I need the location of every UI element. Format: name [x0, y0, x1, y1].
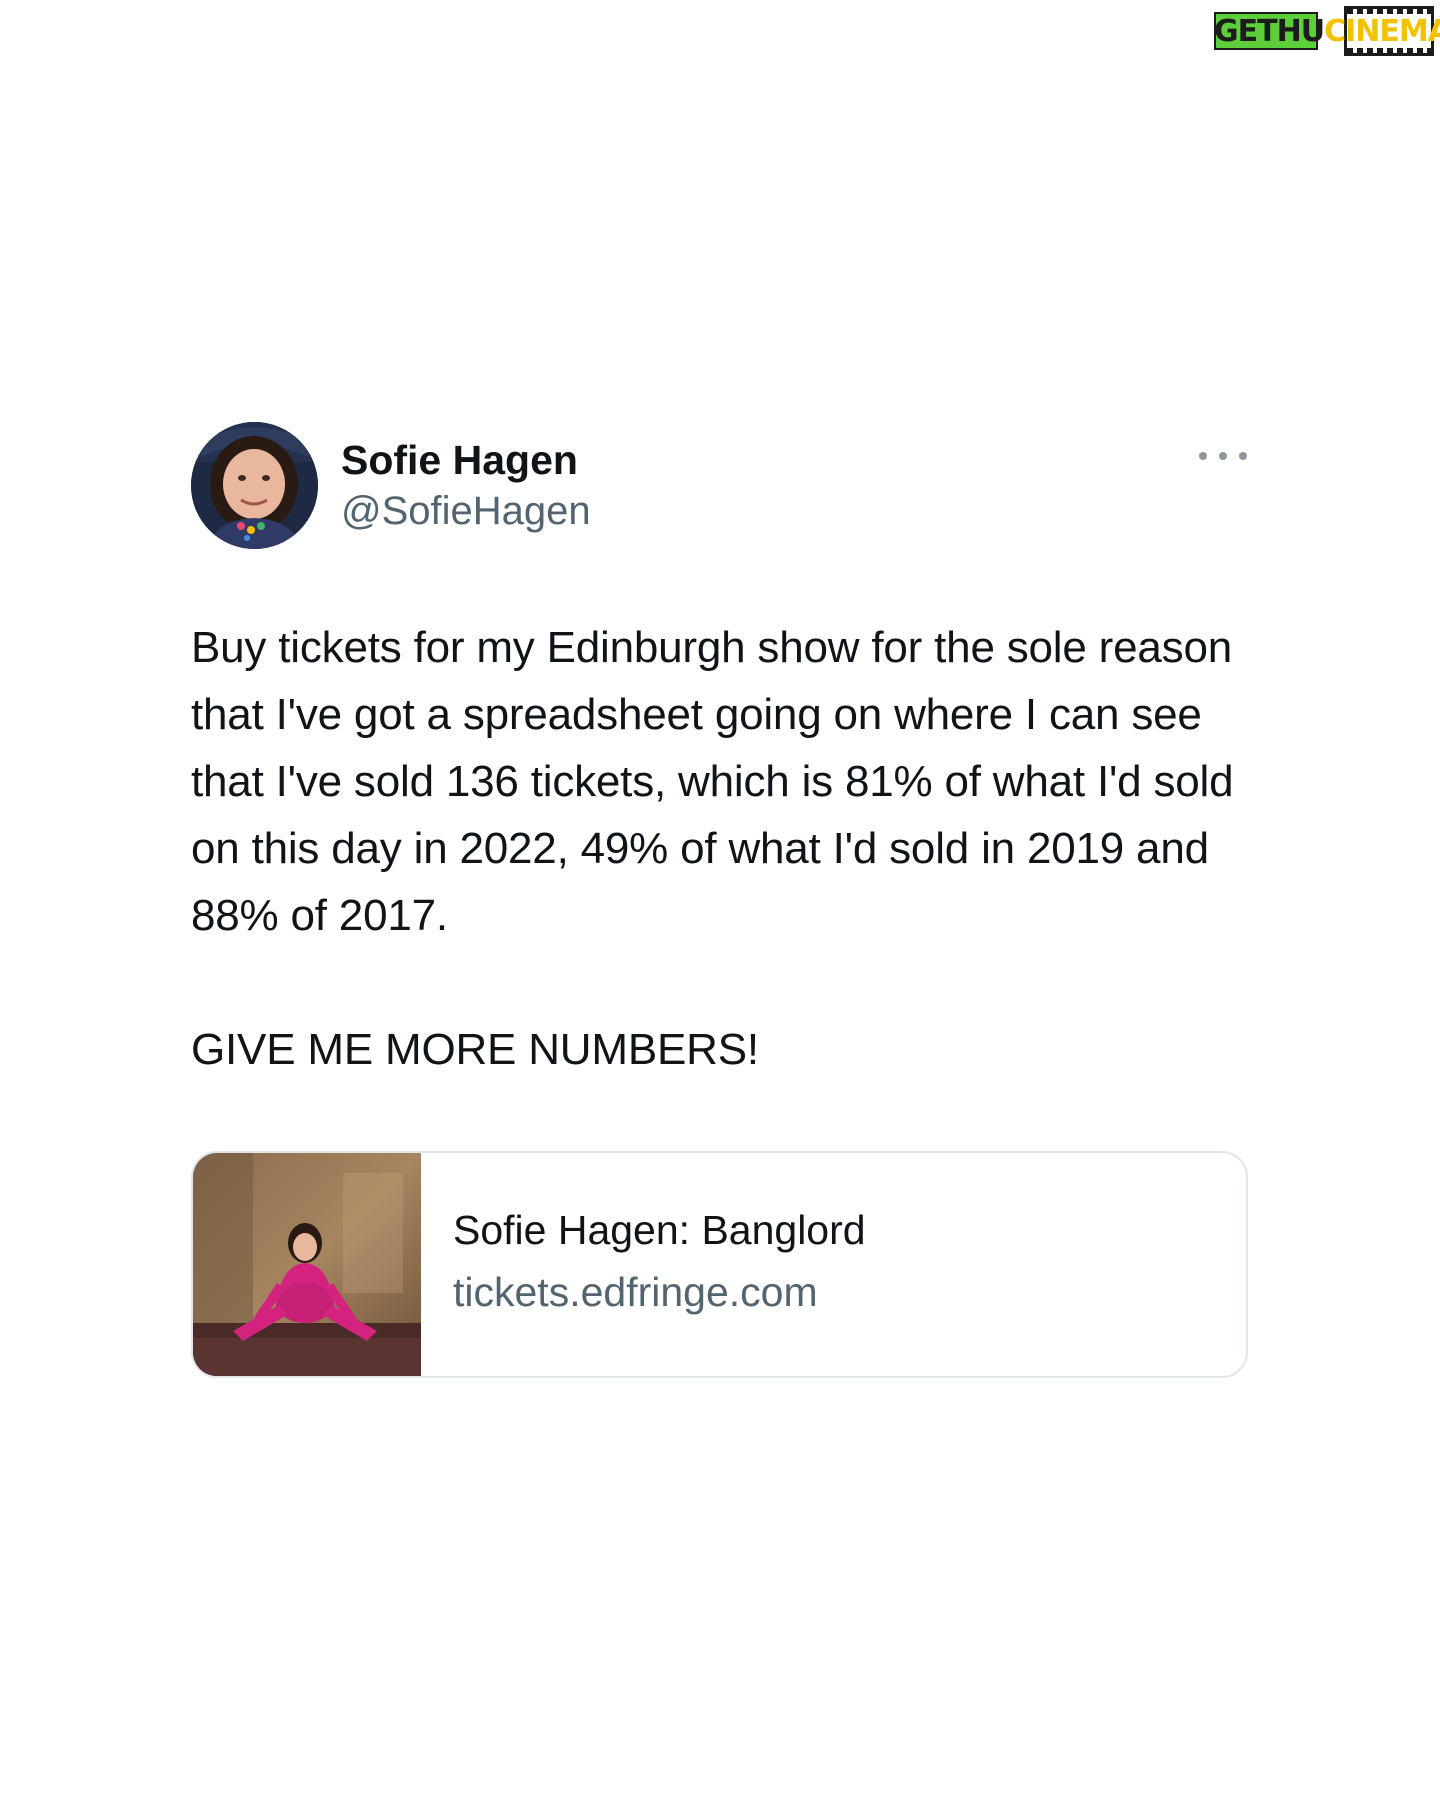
watermark-text-a: GETHU: [1214, 14, 1325, 49]
tweet: Sofie Hagen @SofieHagen Buy tickets for …: [191, 422, 1249, 1378]
more-dot-icon: [1219, 452, 1227, 460]
more-options-button[interactable]: [1197, 444, 1249, 468]
avatar[interactable]: [191, 422, 318, 549]
more-dot-icon: [1199, 452, 1207, 460]
link-card[interactable]: Sofie Hagen: Banglord tickets.edfringe.c…: [191, 1151, 1248, 1378]
poster-photo-icon: [193, 1153, 421, 1376]
link-card-domain: tickets.edfringe.com: [453, 1269, 818, 1315]
more-dot-icon: [1239, 452, 1247, 460]
show-poster-image: [193, 1153, 421, 1376]
author-handle[interactable]: @SofieHagen: [341, 487, 591, 535]
author-name[interactable]: Sofie Hagen: [341, 436, 578, 484]
link-card-title: Sofie Hagen: Banglord: [453, 1207, 866, 1253]
watermark-logo: GETHUCINEMA: [1214, 6, 1440, 58]
profile-photo-icon: [191, 422, 318, 549]
tweet-header: Sofie Hagen @SofieHagen: [191, 422, 1249, 550]
watermark-text: GETHUCINEMA: [1214, 16, 1440, 48]
watermark-text-b: CINEMA: [1324, 14, 1440, 49]
tweet-text: Buy tickets for my Edinburgh show for th…: [191, 623, 1234, 1074]
